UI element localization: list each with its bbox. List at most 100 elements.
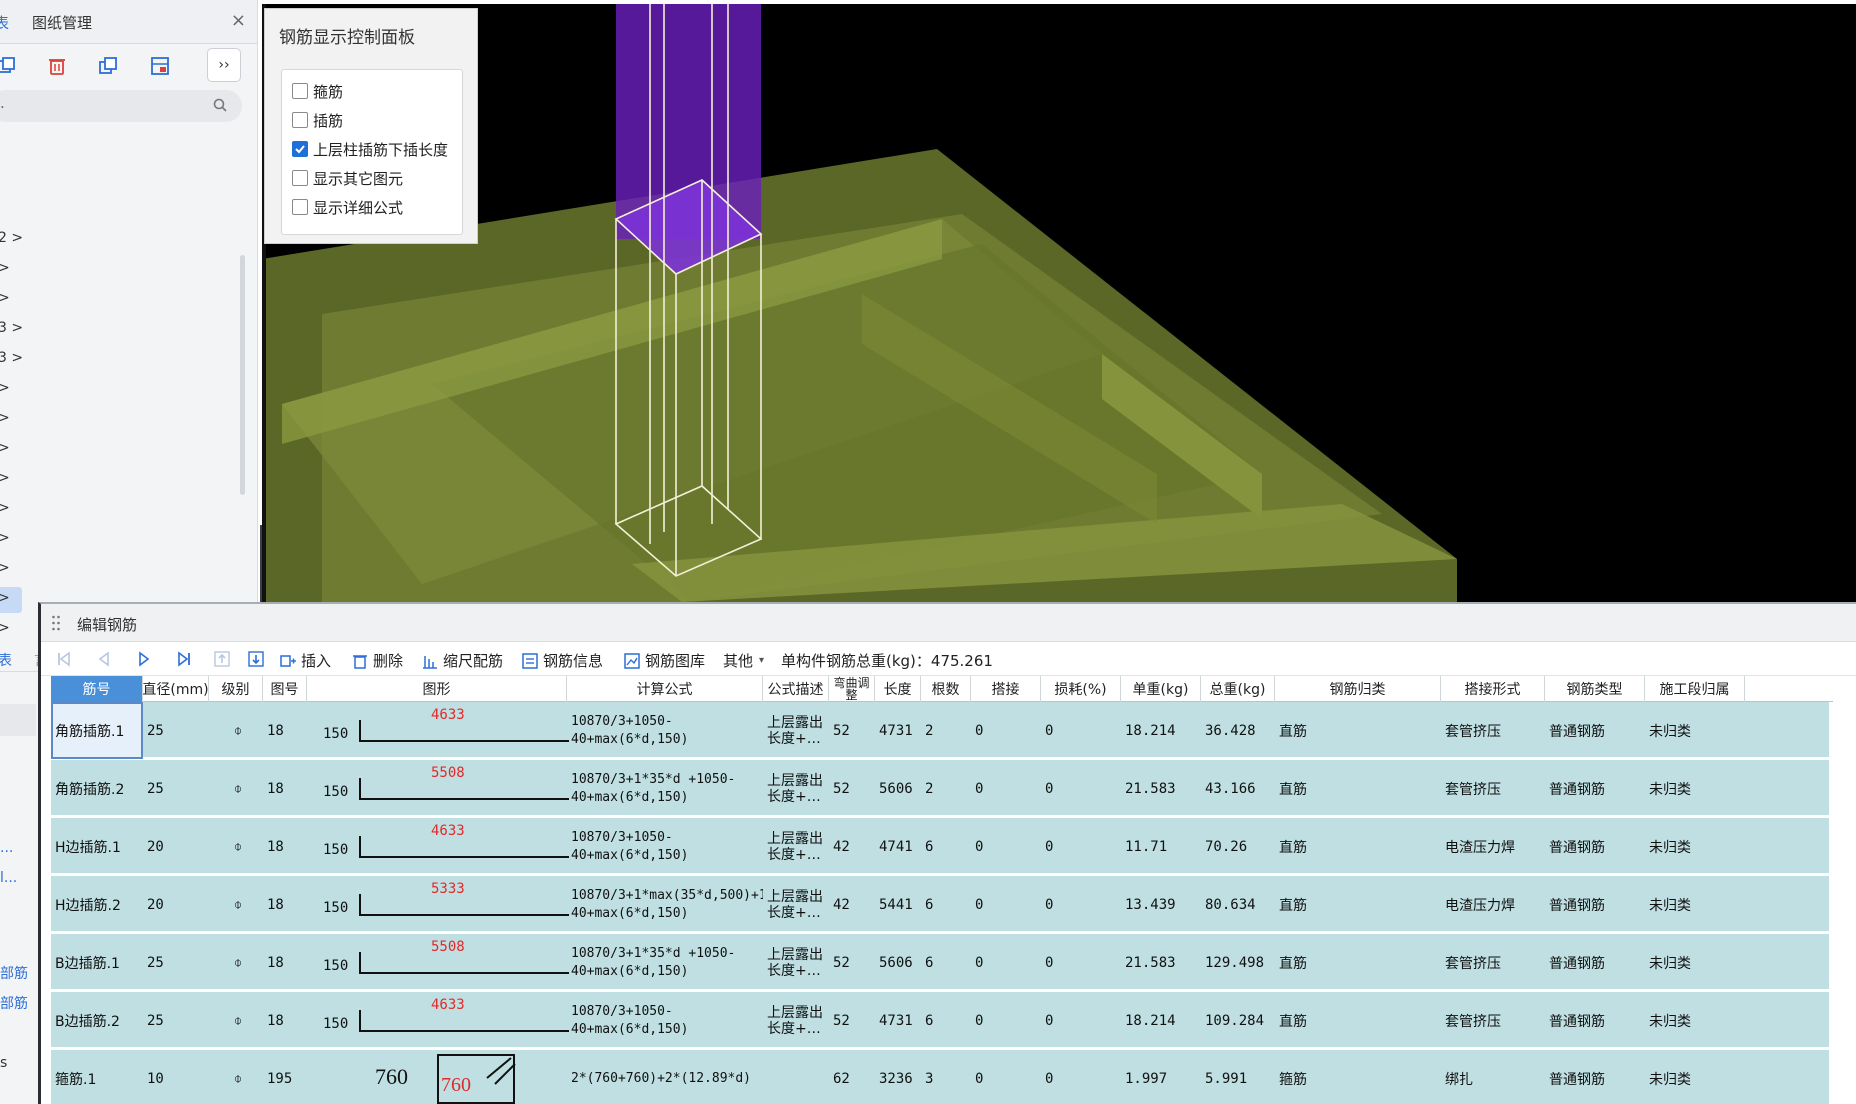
cell-lap[interactable]: 0 bbox=[971, 876, 1041, 933]
cell-diameter[interactable]: 25 bbox=[143, 992, 209, 1049]
first-record-icon[interactable] bbox=[55, 650, 73, 668]
cell-count[interactable]: 6 bbox=[921, 934, 971, 991]
rebar-info-button[interactable]: 钢筋信息 bbox=[521, 650, 603, 671]
cell-formula-description[interactable]: 上层露出长度+… bbox=[763, 876, 829, 933]
cell-diameter[interactable]: 25 bbox=[143, 702, 209, 759]
cell-diameter[interactable]: 25 bbox=[143, 760, 209, 817]
column-header-lap-form[interactable]: 搭接形式 bbox=[1441, 676, 1545, 702]
cell-diameter[interactable]: 25 bbox=[143, 934, 209, 991]
table-row[interactable]: 2 角筋插筋.225⌽18 150 5508 10870/3+1*35*d +1050-… bbox=[51, 760, 1829, 817]
column-header-count[interactable]: 根数 bbox=[921, 676, 971, 702]
table-row[interactable]: 5B边插筋.125⌽18150550810870/3+1*35*d +1050-… bbox=[51, 934, 1829, 991]
cell-unit-weight[interactable]: 1.997 bbox=[1121, 1050, 1201, 1104]
checkbox-checked[interactable] bbox=[292, 141, 308, 157]
rebar-shape-cell[interactable]: 150 4633 bbox=[307, 702, 569, 759]
layout-icon[interactable] bbox=[145, 52, 175, 80]
tree-item[interactable]: > bbox=[0, 440, 10, 462]
checkbox-unchecked[interactable] bbox=[292, 112, 308, 128]
move-down-icon[interactable] bbox=[247, 650, 265, 668]
insert-button[interactable]: 插入 bbox=[279, 650, 331, 671]
column-header-grade[interactable]: 级别 bbox=[209, 676, 263, 702]
cell-construction-segment[interactable]: 未归类 bbox=[1645, 1050, 1745, 1104]
cell-count[interactable]: 6 bbox=[921, 992, 971, 1049]
cell-rebar-type[interactable]: 普通钢筋 bbox=[1545, 1050, 1645, 1104]
cell-unit-weight[interactable]: 18.214 bbox=[1121, 702, 1201, 759]
tree-item[interactable]: > bbox=[0, 380, 10, 402]
tab-partial[interactable]: 表 bbox=[0, 12, 9, 33]
tree-item[interactable]: > bbox=[0, 560, 10, 582]
column-header-construction-segment[interactable]: 施工段归属 bbox=[1645, 676, 1745, 702]
checkbox-unchecked[interactable] bbox=[292, 199, 308, 215]
checkbox-option[interactable]: 上层柱插筋下插长度 bbox=[292, 138, 448, 160]
tree-item[interactable]: 3 > bbox=[0, 320, 23, 342]
tree-item[interactable]: > bbox=[0, 470, 10, 492]
more-button[interactable]: ›› bbox=[207, 48, 241, 82]
tree-item[interactable]: > bbox=[0, 590, 10, 612]
cell-figure-number[interactable]: 18 bbox=[263, 818, 307, 875]
rebar-shape-cell[interactable]: 760 760 bbox=[307, 1050, 567, 1104]
cell-construction-segment[interactable]: 未归类 bbox=[1645, 760, 1745, 817]
left-text-fragment-1[interactable]: ... bbox=[0, 840, 13, 856]
cell-diameter[interactable]: 20 bbox=[143, 818, 209, 875]
cell-rebar-type[interactable]: 普通钢筋 bbox=[1545, 760, 1645, 817]
cell-unit-weight[interactable]: 18.214 bbox=[1121, 992, 1201, 1049]
column-header-formula[interactable]: 计算公式 bbox=[567, 676, 763, 702]
checkbox-option[interactable]: 显示详细公式 bbox=[292, 196, 403, 218]
cell-category[interactable]: 直筋 bbox=[1275, 760, 1441, 817]
tree-item[interactable]: > bbox=[0, 410, 10, 432]
left-text-fragment-2[interactable]: l... bbox=[0, 870, 17, 886]
cell-figure-number[interactable]: 18 bbox=[263, 760, 307, 817]
cell-length[interactable]: 3236 bbox=[875, 1050, 921, 1104]
other-menu-button[interactable]: 其他 ▾ bbox=[723, 650, 764, 671]
cell-lap[interactable]: 0 bbox=[971, 1050, 1041, 1104]
cell-category[interactable]: 直筋 bbox=[1275, 876, 1441, 933]
cell-formula[interactable]: 10870/3+1*max(35*d,500)+1050-40+max(6*d,… bbox=[567, 876, 763, 933]
cell-formula-description[interactable]: 上层露出长度+… bbox=[763, 818, 829, 875]
left-text-fragment-5[interactable]: s bbox=[0, 1055, 7, 1071]
cell-bend-adjust[interactable]: 52 bbox=[829, 760, 875, 817]
tree-item[interactable]: > bbox=[0, 500, 10, 522]
cell-total-weight[interactable]: 43.166 bbox=[1201, 760, 1275, 817]
cell-grade[interactable]: ⌽ bbox=[209, 934, 263, 991]
tree-item[interactable]: > bbox=[0, 290, 10, 312]
cell-length[interactable]: 5606 bbox=[875, 934, 921, 991]
cell-length[interactable]: 5441 bbox=[875, 876, 921, 933]
cell-unit-weight[interactable]: 11.71 bbox=[1121, 818, 1201, 875]
delete-button[interactable]: 删除 bbox=[351, 650, 403, 671]
cell-rebar-name[interactable]: 角筋插筋.2 bbox=[51, 760, 143, 817]
cell-length[interactable]: 5606 bbox=[875, 760, 921, 817]
cell-category[interactable]: 直筋 bbox=[1275, 992, 1441, 1049]
cell-rebar-name[interactable]: H边插筋.2 bbox=[51, 876, 143, 933]
cell-loss[interactable]: 0 bbox=[1041, 818, 1121, 875]
cell-figure-number[interactable]: 18 bbox=[263, 934, 307, 991]
cell-lap[interactable]: 0 bbox=[971, 818, 1041, 875]
cell-lap-form[interactable]: 套管挤压 bbox=[1441, 992, 1545, 1049]
trash-icon[interactable] bbox=[42, 52, 72, 80]
column-header-diameter[interactable]: 直径(mm) bbox=[143, 676, 209, 702]
checkbox-option[interactable]: 插筋 bbox=[292, 109, 343, 131]
cell-rebar-name[interactable]: B边插筋.1 bbox=[51, 934, 143, 991]
cell-rebar-name[interactable]: 箍筋.1 bbox=[51, 1050, 143, 1104]
drag-grip-icon[interactable] bbox=[51, 614, 61, 632]
cell-grade[interactable]: ⌽ bbox=[209, 876, 263, 933]
column-header-formula-description[interactable]: 公式描述 bbox=[763, 676, 829, 702]
cell-formula[interactable]: 2*(760+760)+2*(12.89*d) bbox=[567, 1050, 763, 1104]
rebar-shape-cell[interactable]: 150 5508 bbox=[307, 934, 569, 991]
cell-category[interactable]: 直筋 bbox=[1275, 702, 1441, 759]
cell-count[interactable]: 2 bbox=[921, 760, 971, 817]
column-header-rebar-type[interactable]: 钢筋类型 bbox=[1545, 676, 1645, 702]
column-header-figure-number[interactable]: 图号 bbox=[263, 676, 307, 702]
bottom-tab-partial[interactable]: 表 bbox=[0, 650, 12, 670]
cell-total-weight[interactable]: 70.26 bbox=[1201, 818, 1275, 875]
cell-construction-segment[interactable]: 未归类 bbox=[1645, 702, 1745, 759]
tree-item[interactable]: 3 > bbox=[0, 350, 23, 372]
cell-lap[interactable]: 0 bbox=[971, 760, 1041, 817]
cell-grade[interactable]: ⌽ bbox=[209, 760, 263, 817]
cell-formula-description[interactable]: 上层露出长度+… bbox=[763, 934, 829, 991]
cell-lap-form[interactable]: 套管挤压 bbox=[1441, 702, 1545, 759]
cell-grade[interactable]: ⌽ bbox=[209, 818, 263, 875]
column-header-unit-weight[interactable]: 单重(kg) bbox=[1121, 676, 1201, 702]
rebar-shape-cell[interactable]: 150 4633 bbox=[307, 818, 569, 875]
cell-formula-description[interactable]: 上层露出长度+… bbox=[763, 760, 829, 817]
cell-count[interactable]: 2 bbox=[921, 702, 971, 759]
